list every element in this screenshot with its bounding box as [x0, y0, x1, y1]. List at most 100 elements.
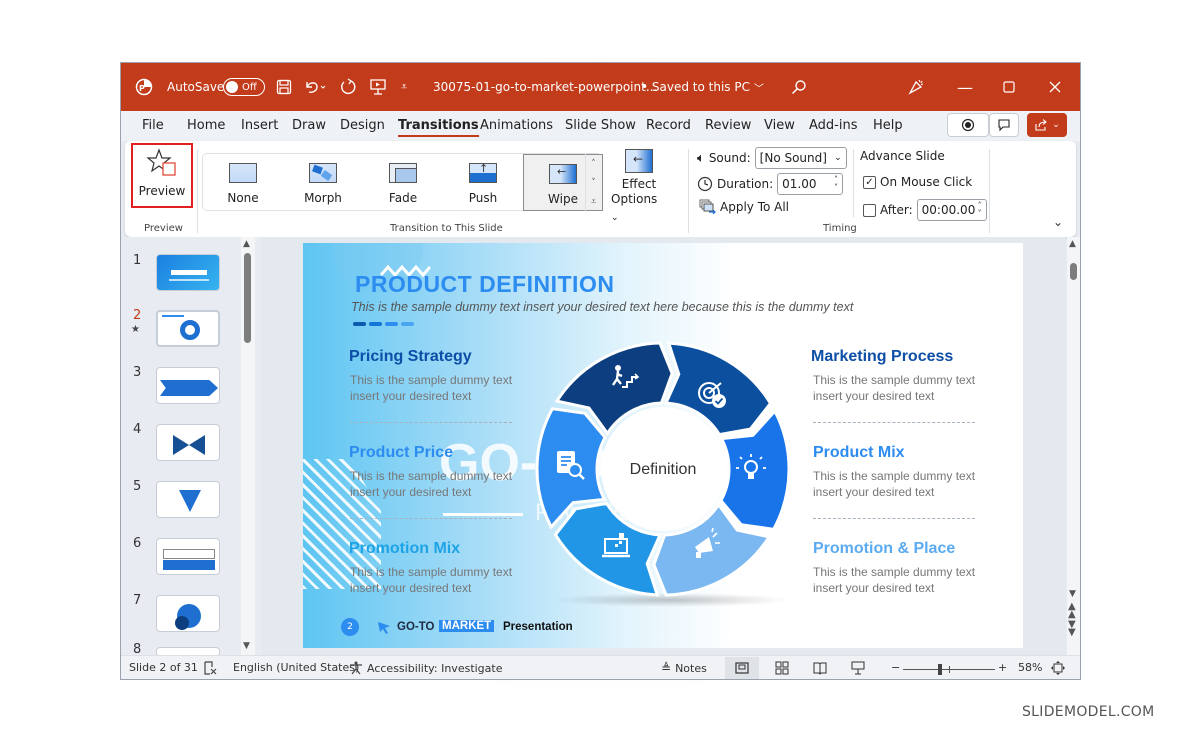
comments-button[interactable] — [989, 113, 1019, 137]
comment-icon — [998, 119, 1010, 132]
zoom-level[interactable]: 58% — [1018, 661, 1042, 674]
accessibility-button[interactable]: Accessibility: Investigate — [349, 661, 503, 675]
scroll-thumb[interactable] — [1070, 263, 1077, 280]
chevron-up-icon[interactable]: ˄ — [591, 159, 596, 169]
after-checkbox[interactable] — [863, 203, 876, 217]
brand-presentation: Presentation — [503, 621, 573, 633]
tab-animations[interactable]: Animations — [480, 118, 553, 133]
more-icon[interactable]: ⩡ — [591, 197, 596, 207]
slide-thumbnail-5[interactable] — [156, 481, 220, 518]
close-icon[interactable] — [1049, 63, 1061, 111]
spinner-icon[interactable]: ˄ ˅ — [978, 202, 982, 218]
record-button[interactable] — [947, 113, 989, 137]
svg-text:P: P — [139, 84, 145, 93]
slide-thumbnail-4[interactable] — [156, 424, 220, 461]
right-body-2b: insert your desired text — [813, 485, 935, 499]
powerpoint-logo-icon[interactable]: P — [135, 63, 153, 111]
search-icon[interactable] — [791, 63, 807, 111]
slide-scrollbar[interactable]: ▲ ▼ ▲ ▲ ▼ ▼ — [1067, 237, 1080, 655]
customize-icon[interactable]: ⩡ — [401, 63, 407, 111]
effect-options-label-2: Options — [611, 192, 658, 206]
tab-home[interactable]: Home — [187, 118, 225, 133]
spell-check-icon[interactable] — [203, 661, 217, 675]
language-indicator[interactable]: English (United States) — [233, 661, 359, 674]
notes-button[interactable]: ≜ Notes — [661, 661, 707, 675]
left-body-2a: This is the sample dummy text — [350, 469, 513, 483]
tab-file[interactable]: File — [142, 118, 164, 133]
transition-star-icon: ★ — [131, 324, 140, 335]
right-body-1a: This is the sample dummy text — [813, 373, 976, 387]
slide-canvas[interactable]: PRODUCT DEFINITION This is the sample du… — [303, 243, 1023, 648]
slideshow-view-icon[interactable] — [851, 661, 865, 675]
tab-design[interactable]: Design — [340, 118, 385, 133]
scroll-thumb[interactable] — [244, 253, 251, 343]
tab-add-ins[interactable]: Add-ins — [809, 118, 857, 133]
left-body-1a: This is the sample dummy text — [350, 373, 513, 387]
gallery-scroll[interactable]: ˄ ˅ ⩡ — [585, 154, 601, 211]
autosave-label: AutoSave — [167, 80, 225, 94]
transition-morph[interactable]: Morph — [283, 154, 363, 211]
slide-thumbnail-6[interactable] — [156, 538, 220, 575]
next-slide-icon[interactable]: ▼ ▼ — [1068, 620, 1076, 638]
slide-thumbnail-7[interactable] — [156, 595, 220, 632]
slide-sorter-icon[interactable] — [775, 661, 789, 675]
transition-label: Wipe — [548, 192, 578, 206]
tab-slide-show[interactable]: Slide Show — [565, 118, 636, 133]
autosave-toggle[interactable]: Off — [223, 63, 265, 111]
effect-options-button[interactable]: ← Effect Options ⌄ — [611, 149, 667, 226]
after-time-input[interactable]: 00:00.00 ˄ ˅ — [916, 199, 987, 221]
tab-record[interactable]: Record — [646, 118, 691, 133]
save-status[interactable]: • Saved to this PC ﹀ — [641, 63, 764, 111]
redo-icon[interactable] — [339, 63, 357, 111]
fit-to-window-icon[interactable] — [1051, 661, 1065, 675]
designer-icon[interactable] — [907, 63, 925, 111]
slides-pane-scrollbar[interactable]: ▲ ▼ — [241, 237, 255, 655]
normal-view-button[interactable] — [725, 657, 759, 679]
reading-view-icon[interactable] — [813, 661, 827, 675]
maximize-icon[interactable] — [1003, 63, 1015, 111]
present-icon[interactable] — [369, 63, 387, 111]
tab-insert[interactable]: Insert — [241, 118, 278, 133]
left-body-2b: insert your desired text — [350, 485, 472, 499]
accessibility-label: Accessibility: Investigate — [367, 661, 503, 675]
transition-none[interactable]: None — [203, 154, 283, 211]
sound-dropdown[interactable]: [No Sound] ⌄ — [754, 147, 847, 169]
spinner-icon[interactable]: ˄ ˅ — [834, 176, 838, 192]
divider — [853, 149, 854, 217]
apply-to-all-button[interactable]: Apply To All — [699, 199, 789, 214]
tab-review[interactable]: Review — [705, 118, 751, 133]
on-mouse-click-checkbox[interactable]: ✓ — [863, 175, 876, 189]
after-value: 00:00.00 — [921, 203, 976, 217]
slide-thumbnail-2[interactable] — [156, 310, 220, 347]
zoom-in-button[interactable]: + — [998, 661, 1007, 674]
on-mouse-click-option[interactable]: ✓ On Mouse Click — [863, 175, 972, 189]
scroll-down-icon[interactable]: ▼ — [1069, 589, 1076, 599]
collapse-ribbon-icon[interactable]: ⌄ — [1053, 215, 1063, 229]
undo-icon[interactable] — [303, 63, 327, 111]
transition-fade[interactable]: Fade — [363, 154, 443, 211]
slide-thumbnail-3[interactable] — [156, 367, 220, 404]
chevron-down-icon[interactable]: ˅ — [591, 178, 596, 188]
menu-bar: File Home Insert Draw Design Transitions… — [121, 111, 1080, 141]
zoom-out-button[interactable]: − — [891, 661, 900, 674]
zoom-slider[interactable] — [903, 664, 995, 675]
duration-input[interactable]: 01.00 ˄ ˅ — [777, 173, 844, 195]
previous-slide-icon[interactable]: ▲ ▲ — [1068, 602, 1076, 620]
scroll-up-icon[interactable]: ▲ — [243, 239, 250, 249]
scroll-down-icon[interactable]: ▼ — [243, 641, 250, 651]
preview-button[interactable]: Preview — [131, 143, 193, 208]
divider — [688, 149, 689, 233]
slide-thumbnail-1[interactable] — [156, 254, 220, 291]
tab-transitions[interactable]: Transitions — [398, 118, 479, 137]
scroll-up-icon[interactable]: ▲ — [1069, 239, 1076, 249]
tab-view[interactable]: View — [764, 118, 795, 133]
minimize-icon[interactable]: — — [957, 63, 973, 111]
transition-push[interactable]: ↑ Push — [443, 154, 523, 211]
tab-draw[interactable]: Draw — [292, 118, 326, 133]
right-heading-3: Promotion & Place — [813, 540, 956, 557]
tab-help[interactable]: Help — [873, 118, 903, 133]
save-icon[interactable] — [276, 63, 292, 111]
zoom-slider-thumb[interactable] — [937, 664, 942, 675]
share-button[interactable]: ⌄ — [1027, 113, 1067, 137]
preview-star-icon — [146, 148, 176, 176]
